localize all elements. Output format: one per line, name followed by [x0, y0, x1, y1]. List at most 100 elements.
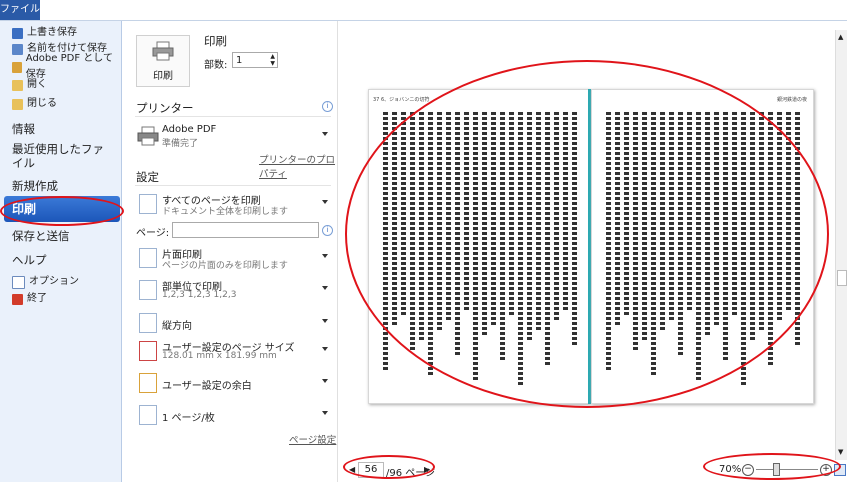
- nav-item-open[interactable]: 開く: [12, 77, 47, 93]
- nav-item-save-pdf[interactable]: Adobe PDF として保存: [12, 53, 121, 80]
- nav-options[interactable]: オプション: [12, 274, 79, 290]
- text-column: [633, 112, 638, 352]
- printer-properties-link[interactable]: プリンターのプロパティ: [259, 152, 337, 180]
- text-column: [768, 112, 773, 367]
- setting-page-size[interactable]: ユーザー設定のページ サイズ 128.01 mm x 181.99 mm: [135, 336, 333, 364]
- nav-item-close[interactable]: 閉じる: [12, 96, 57, 112]
- nav-print[interactable]: 印刷: [4, 196, 120, 222]
- pages-input[interactable]: [172, 222, 319, 238]
- text-column: [723, 112, 728, 362]
- setting-collate[interactable]: 部単位で印刷 1,2,3 1,2,3 1,2,3: [135, 275, 333, 303]
- nav-exit[interactable]: 終了: [12, 291, 47, 307]
- save-icon: [12, 27, 23, 39]
- nav-save-send[interactable]: 保存と送信: [12, 228, 70, 244]
- fit-page-icon[interactable]: [834, 464, 846, 476]
- text-column: [624, 112, 629, 317]
- text-column: [491, 112, 496, 327]
- page-setup-link[interactable]: ページ設定: [289, 432, 336, 446]
- preview-scrollbar[interactable]: ▲ ▼: [835, 30, 847, 460]
- chevron-down-icon: [322, 200, 328, 204]
- setting-orientation[interactable]: 縦方向: [135, 308, 333, 336]
- current-page-input[interactable]: 56: [358, 462, 384, 478]
- next-page-icon[interactable]: ▶: [424, 465, 430, 474]
- nav-help[interactable]: ヘルプ: [12, 252, 47, 268]
- text-column: [536, 112, 541, 332]
- text-column: [669, 112, 674, 322]
- chevron-down-icon: [322, 132, 328, 136]
- printer-select[interactable]: Adobe PDF 準備完了: [135, 121, 333, 153]
- setting-duplex[interactable]: 片面印刷 ページの片面のみを印刷します: [135, 243, 333, 271]
- collate-icon: [139, 280, 157, 300]
- chevron-down-icon: [322, 411, 328, 415]
- print-settings-panel: 印刷 印刷 部数: 1 ▲ ▼ プリンター i Adobe PDF 準備完了 プリ…: [122, 21, 338, 482]
- text-column: [518, 112, 523, 387]
- exit-icon: [12, 293, 23, 305]
- text-column: [545, 112, 550, 367]
- zoom-in-icon[interactable]: +: [820, 464, 832, 476]
- setting-pages-per-sheet[interactable]: 1 ページ/枚: [135, 400, 333, 428]
- print-button[interactable]: 印刷: [136, 35, 190, 87]
- text-column: [509, 112, 514, 317]
- printer-info-icon[interactable]: i: [322, 101, 333, 112]
- chevron-down-icon: [322, 347, 328, 351]
- text-column: [437, 112, 442, 332]
- text-column: [705, 112, 710, 337]
- text-column: [383, 112, 388, 372]
- page-header-right: 銀河鉄道の夜: [776, 97, 807, 103]
- chevron-down-icon: [322, 286, 328, 290]
- open-folder-icon: [12, 79, 23, 91]
- text-column: [651, 112, 656, 377]
- scroll-down-icon[interactable]: ▼: [838, 448, 843, 456]
- copies-field[interactable]: 1 ▲ ▼: [232, 52, 278, 68]
- copies-label: 部数:: [204, 60, 228, 71]
- nav-item-save[interactable]: 上書き保存: [12, 25, 77, 41]
- text-column: [642, 112, 647, 342]
- text-column: [401, 112, 406, 317]
- setting-margins[interactable]: ユーザー設定の余白: [135, 368, 333, 396]
- text-column: [482, 112, 487, 337]
- text-column: [759, 112, 764, 332]
- nav-info[interactable]: 情報: [12, 121, 35, 137]
- scroll-thumb[interactable]: [837, 270, 847, 286]
- settings-title: 設定: [136, 170, 159, 184]
- text-column: [795, 112, 800, 347]
- text-column: [500, 112, 505, 362]
- zoom-level: 70%: [719, 464, 742, 475]
- text-column: [786, 112, 791, 312]
- scroll-up-icon[interactable]: ▲: [838, 33, 843, 41]
- file-tab[interactable]: ファイル: [0, 0, 40, 20]
- text-column: [714, 112, 719, 327]
- text-column: [455, 112, 460, 357]
- pages-per-sheet-icon: [139, 405, 157, 425]
- nav-new[interactable]: 新規作成: [12, 178, 58, 194]
- text-column: [419, 112, 424, 342]
- page-header-left: 37 6、ジョバンニの切符: [373, 97, 430, 103]
- copies-spinner-icon[interactable]: ▲ ▼: [270, 53, 275, 67]
- zoom-slider-thumb[interactable]: [773, 463, 780, 476]
- options-icon: [12, 275, 25, 289]
- portrait-icon: [139, 313, 157, 333]
- chevron-down-icon: [322, 319, 328, 323]
- setting-print-range[interactable]: すべてのページを印刷 ドキュメント全体を印刷します: [135, 189, 333, 217]
- zoom-out-icon[interactable]: −: [742, 464, 754, 476]
- text-column: [750, 112, 755, 342]
- prev-page-icon[interactable]: ◀: [349, 465, 355, 474]
- text-column: [678, 112, 683, 357]
- chevron-down-icon: [322, 379, 328, 383]
- text-column: [572, 112, 577, 347]
- text-column: [741, 112, 746, 387]
- text-column: [410, 112, 415, 352]
- backstage-nav: 上書き保存 名前を付けて保存 Adobe PDF として保存 開く 閉じる 情報…: [0, 21, 122, 482]
- zoom-slider-track[interactable]: [756, 469, 818, 470]
- printer-icon: [137, 126, 159, 146]
- text-column: [392, 112, 397, 327]
- ribbon-bar: [0, 0, 847, 21]
- text-column: [696, 112, 701, 382]
- page-icon: [139, 248, 157, 268]
- nav-recent[interactable]: 最近使用したファイル: [12, 142, 112, 170]
- pages-info-icon[interactable]: i: [322, 225, 333, 236]
- text-column: [464, 112, 469, 312]
- text-column: [428, 112, 433, 377]
- text-column: [554, 112, 559, 322]
- text-column: [446, 112, 451, 322]
